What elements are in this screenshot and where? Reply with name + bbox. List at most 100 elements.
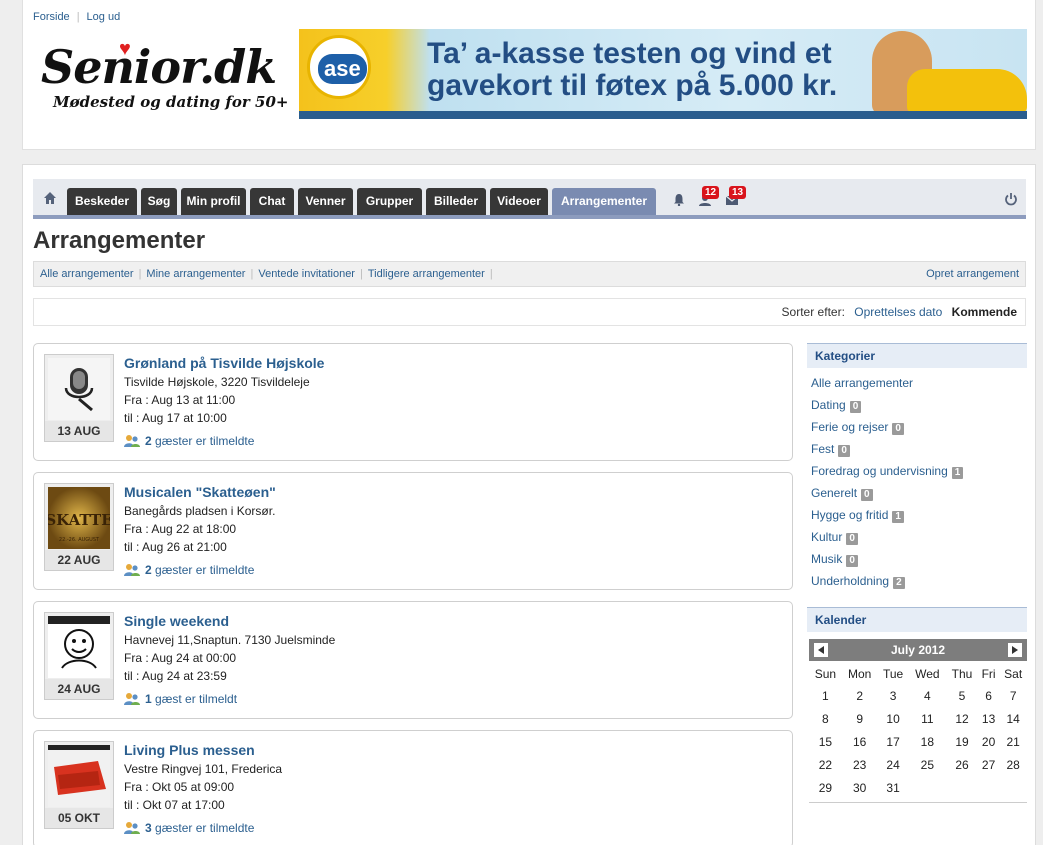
home-link[interactable]: Forside [33,11,70,23]
calendar-day[interactable]: 23 [842,753,878,776]
calendar-day [978,776,999,799]
tab-videoer[interactable]: Videoer [490,188,548,215]
event-thumbnail[interactable]: 13 AUG [44,354,114,442]
tab-min-profil[interactable]: Min profil [181,188,246,215]
calendar-day [946,776,978,799]
subnav-my-events[interactable]: Mine arrangementer [146,268,245,280]
power-icon[interactable] [1004,192,1018,206]
event-card: 24 AUG Single weekend Havnevej 11,Snaptu… [33,601,793,719]
next-month-button[interactable] [1008,643,1022,657]
category-item[interactable]: Hygge og fritid 1 [811,507,1027,529]
calendar-day[interactable]: 21 [999,730,1027,753]
calendar-day[interactable]: 4 [909,684,947,707]
calendar-day[interactable]: 12 [946,707,978,730]
event-guests-link[interactable]: 3 gæster er tilmeldte [124,821,254,835]
sort-bar: Sorter efter: Oprettelses dato Kommende [33,298,1026,326]
calendar-day[interactable]: 20 [978,730,999,753]
calendar-day[interactable]: 13 [978,707,999,730]
subnav-past-events[interactable]: Tidligere arrangementer [368,268,485,280]
category-item[interactable]: Underholdning 2 [811,573,1027,595]
create-event-link[interactable]: Opret arrangement [926,262,1019,286]
messages-icon[interactable]: 13 [725,186,747,209]
calendar-day[interactable]: 1 [809,684,842,707]
calendar-day[interactable]: 17 [878,730,909,753]
event-guests-link[interactable]: 2 gæster er tilmeldte [124,563,254,577]
sort-by-created[interactable]: Oprettelses dato [854,305,942,319]
tab-venner[interactable]: Venner [298,188,353,215]
category-label: Underholdning [811,574,890,588]
logout-link[interactable]: Log ud [87,11,121,23]
event-title[interactable]: Living Plus messen [124,742,255,758]
prev-month-button[interactable] [814,643,828,657]
page-title: Arrangementer [33,227,206,254]
tab-arrangementer[interactable]: Arrangementer [552,188,656,215]
tab-billeder[interactable]: Billeder [426,188,486,215]
event-guests-link[interactable]: 1 gæst er tilmeldt [124,692,237,706]
category-item[interactable]: Foredrag og undervisning 1 [811,463,1027,485]
calendar-day[interactable]: 26 [946,753,978,776]
category-item[interactable]: Dating 0 [811,397,1027,419]
calendar-day[interactable]: 27 [978,753,999,776]
home-icon[interactable] [43,191,57,205]
calendar-heading: Kalender [807,607,1027,632]
banner-line-1: Ta’ a-kasse testen og vind et [427,37,832,70]
ad-banner[interactable]: ase Ta’ a-kasse testen og vind et gaveko… [299,29,1027,119]
event-thumbnail[interactable]: SKATTE 22.-26. AUGUST 22 AUG [44,483,114,571]
site-logo[interactable]: Senior.dk ♥ Mødested og dating for 50+ [41,38,288,120]
calendar-day[interactable]: 5 [946,684,978,707]
event-title[interactable]: Single weekend [124,613,229,629]
calendar-day[interactable]: 18 [909,730,947,753]
top-links: Forside | Log ud [33,11,121,23]
event-date: 22 AUG [45,550,113,570]
event-date: 05 OKT [45,808,113,828]
arrow-left-icon [818,646,824,654]
calendar-day[interactable]: 8 [809,707,842,730]
calendar-day[interactable]: 25 [909,753,947,776]
subnav-all-events[interactable]: Alle arrangementer [40,268,134,280]
calendar-day[interactable]: 28 [999,753,1027,776]
calendar-day[interactable]: 24 [878,753,909,776]
tab-chat[interactable]: Chat [250,188,294,215]
sort-by-upcoming[interactable]: Kommende [952,305,1017,319]
tab-beskeder[interactable]: Beskeder [67,188,137,215]
event-guests-link[interactable]: 2 gæster er tilmeldte [124,434,254,448]
calendar-month-label: July 2012 [890,643,946,657]
calendar-day[interactable]: 29 [809,776,842,799]
calendar-day[interactable]: 16 [842,730,878,753]
tab-grupper[interactable]: Grupper [357,188,422,215]
subnav-pending-invitations[interactable]: Ventede invitationer [258,268,355,280]
calendar-day[interactable]: 2 [842,684,878,707]
category-item[interactable]: Generelt 0 [811,485,1027,507]
calendar-day[interactable]: 15 [809,730,842,753]
calendar-day[interactable]: 10 [878,707,909,730]
event-title[interactable]: Grønland på Tisvilde Højskole [124,355,324,371]
calendar-day[interactable]: 7 [999,684,1027,707]
calendar-day[interactable]: 30 [842,776,878,799]
guests-icon [124,822,140,834]
calendar-day[interactable]: 6 [978,684,999,707]
calendar-day[interactable]: 14 [999,707,1027,730]
calendar-day[interactable]: 9 [842,707,878,730]
calendar-day[interactable]: 19 [946,730,978,753]
calendar-weekday: Sun [814,667,837,681]
friend-requests-icon[interactable]: 12 [698,186,720,209]
category-item[interactable]: Alle arrangementer [811,375,1027,397]
event-thumbnail[interactable]: 24 AUG [44,612,114,700]
taxi-image [907,69,1027,113]
category-count-badge: 2 [893,577,905,589]
calendar-day[interactable]: 22 [809,753,842,776]
category-item[interactable]: Fest 0 [811,441,1027,463]
category-item[interactable]: Musik 0 [811,551,1027,573]
category-item[interactable]: Kultur 0 [811,529,1027,551]
event-title[interactable]: Musicalen "Skatteøen" [124,484,276,500]
calendar-day[interactable]: 31 [878,776,909,799]
calendar-day[interactable]: 11 [909,707,947,730]
logo-tagline: Mødested og dating for 50+ [53,93,289,111]
calendar-day[interactable]: 3 [878,684,909,707]
category-item[interactable]: Ferie og rejser 0 [811,419,1027,441]
category-count-badge: 0 [861,489,873,501]
bell-icon[interactable] [673,193,685,206]
event-end: til : Aug 17 at 10:00 [124,411,227,425]
tab-sog[interactable]: Søg [141,188,177,215]
event-thumbnail[interactable]: 05 OKT [44,741,114,829]
